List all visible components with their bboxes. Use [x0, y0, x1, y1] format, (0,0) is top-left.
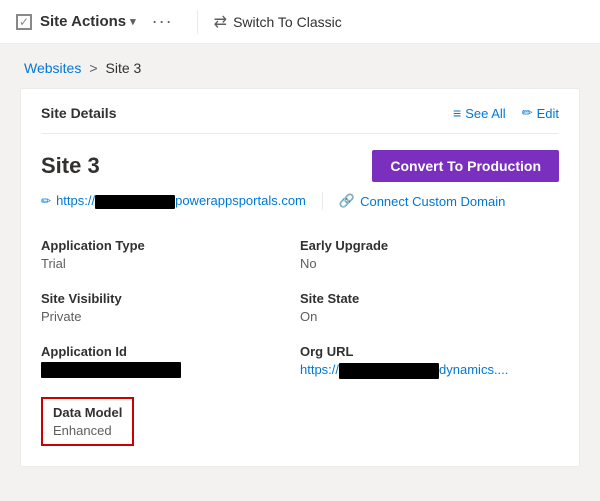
switch-to-classic-button[interactable]: ⇄ Switch To Classic	[214, 12, 342, 32]
org-url-redacted	[339, 363, 439, 379]
switch-icon: ⇄	[214, 12, 227, 32]
breadcrumb-separator: >	[89, 60, 97, 76]
nav-checkbox-icon: ✓	[16, 14, 32, 30]
breadcrumb-current: Site 3	[106, 60, 142, 76]
data-model-label: Data Model	[53, 405, 122, 420]
org-url-value[interactable]: https://dynamics....	[300, 362, 559, 379]
site-url-link[interactable]: ✏ https://powerappsportals.com	[41, 193, 306, 209]
org-url-label: Org URL	[300, 344, 559, 359]
site-actions-button[interactable]: Site Actions ▾	[40, 13, 136, 30]
url-redacted	[95, 195, 175, 209]
application-id-value	[41, 362, 300, 378]
application-type-value: Trial	[41, 256, 300, 271]
early-upgrade-label: Early Upgrade	[300, 238, 559, 253]
site-details-card: Site Details ≡ See All ✏ Edit Site 3 Con…	[20, 88, 580, 467]
edit-button[interactable]: ✏ Edit	[522, 105, 559, 121]
site-actions-label: Site Actions	[40, 13, 126, 30]
chevron-down-icon: ▾	[130, 15, 136, 28]
early-upgrade-value: No	[300, 256, 559, 271]
pencil-icon: ✏	[522, 105, 533, 121]
link-icon: 🔗	[339, 193, 355, 209]
application-type-label: Application Type	[41, 238, 300, 253]
org-url-item: Org URL https://dynamics....	[300, 334, 559, 389]
site-visibility-value: Private	[41, 309, 300, 324]
data-model-box: Data Model Enhanced	[41, 397, 134, 446]
connect-custom-domain-button[interactable]: 🔗 Connect Custom Domain	[339, 193, 505, 209]
see-all-label: See All	[465, 106, 505, 121]
url-text: https://powerappsportals.com	[56, 193, 306, 209]
url-row: ✏ https://powerappsportals.com 🔗 Connect…	[41, 192, 559, 210]
site-state-label: Site State	[300, 291, 559, 306]
pencil-small-icon: ✏	[41, 194, 51, 208]
switch-to-classic-label: Switch To Classic	[233, 14, 342, 30]
site-name: Site 3	[41, 153, 100, 179]
convert-to-production-button[interactable]: Convert To Production	[372, 150, 559, 182]
application-type-item: Application Type Trial	[41, 228, 300, 281]
card-header: Site Details ≡ See All ✏ Edit	[41, 105, 559, 134]
url-row-divider	[322, 192, 323, 210]
site-title-row: Site 3 Convert To Production	[41, 150, 559, 182]
site-state-value: On	[300, 309, 559, 324]
see-all-button[interactable]: ≡ See All	[453, 105, 506, 121]
nav-divider	[197, 10, 198, 34]
connect-domain-label: Connect Custom Domain	[360, 194, 505, 209]
application-id-label: Application Id	[41, 344, 300, 359]
card-actions: ≡ See All ✏ Edit	[453, 105, 559, 121]
early-upgrade-item: Early Upgrade No	[300, 228, 559, 281]
details-grid: Application Type Trial Early Upgrade No …	[41, 228, 559, 389]
application-id-redacted	[41, 362, 181, 378]
more-options-button[interactable]: ···	[144, 11, 181, 32]
data-model-value: Enhanced	[53, 423, 122, 438]
edit-label: Edit	[537, 106, 559, 121]
application-id-item: Application Id	[41, 334, 300, 389]
site-visibility-item: Site Visibility Private	[41, 281, 300, 334]
top-nav: ✓ Site Actions ▾ ··· ⇄ Switch To Classic	[0, 0, 600, 44]
card-title: Site Details	[41, 105, 116, 121]
site-state-item: Site State On	[300, 281, 559, 334]
list-icon: ≡	[453, 105, 461, 121]
breadcrumb-websites-link[interactable]: Websites	[24, 60, 81, 76]
breadcrumb: Websites > Site 3	[0, 44, 600, 84]
site-visibility-label: Site Visibility	[41, 291, 300, 306]
